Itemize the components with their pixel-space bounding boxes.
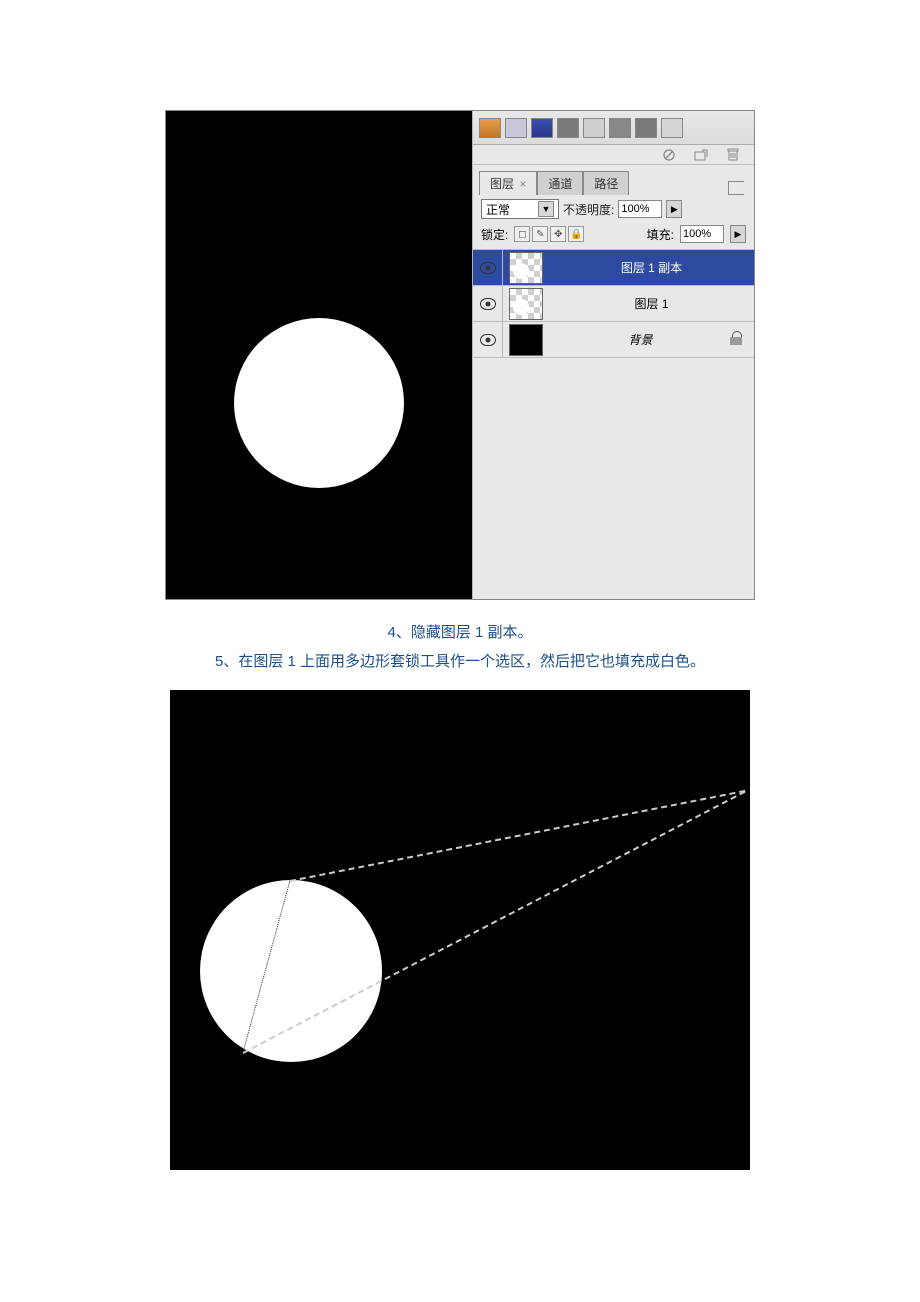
layer-name: 图层 1 — [549, 295, 754, 312]
layers-panel: 图层 × 通道 路径 正常 ▼ — [472, 111, 754, 599]
layer-row[interactable]: 背景 — [473, 322, 754, 358]
close-icon[interactable]: × — [519, 177, 526, 191]
fill-input[interactable]: 100% — [680, 225, 724, 243]
layer-thumbnail[interactable] — [509, 324, 543, 356]
lock-icon — [732, 333, 744, 347]
fill-flyout-icon[interactable]: ▶ — [730, 225, 746, 243]
fill-label: 填充: — [647, 226, 674, 243]
new-swatch-icon[interactable] — [694, 148, 708, 162]
figure-layers-panel: 图层 × 通道 路径 正常 ▼ — [165, 110, 755, 600]
swatch[interactable] — [557, 118, 579, 138]
white-circle — [200, 880, 382, 1062]
step-5-text: 5、在图层 1 上面用多边形套锁工具作一个选区，然后把它也填充成白色。 — [0, 648, 920, 677]
lock-pixels-icon[interactable]: ✎ — [532, 226, 548, 242]
no-icon[interactable] — [662, 148, 676, 162]
layer-row[interactable]: 图层 1 副本 — [473, 250, 754, 286]
swatch[interactable] — [531, 118, 553, 138]
swatch[interactable] — [583, 118, 605, 138]
white-circle — [234, 318, 404, 488]
visibility-eye-icon[interactable] — [480, 298, 496, 310]
lock-position-icon[interactable]: ✥ — [550, 226, 566, 242]
tab-label: 通道 — [548, 177, 572, 191]
chevron-down-icon: ▼ — [538, 201, 554, 217]
visibility-eye-icon[interactable] — [480, 262, 496, 274]
swatch[interactable] — [505, 118, 527, 138]
lock-label: 锁定: — [481, 226, 508, 243]
opacity-value: 100% — [621, 203, 649, 215]
figure-polygon-selection — [170, 690, 750, 1170]
lock-transparency-icon[interactable]: ◻ — [514, 226, 530, 242]
blend-mode-select[interactable]: 正常 ▼ — [481, 199, 559, 219]
fill-value: 100% — [683, 228, 711, 240]
opacity-input[interactable]: 100% — [618, 200, 662, 218]
swatch[interactable] — [635, 118, 657, 138]
swatch[interactable] — [609, 118, 631, 138]
opacity-flyout-icon[interactable]: ▶ — [666, 200, 682, 218]
swatches-bar — [473, 111, 754, 145]
selection-edge — [290, 790, 746, 882]
tab-paths[interactable]: 路径 — [583, 171, 629, 195]
canvas-preview — [166, 111, 474, 599]
step-4-text: 4、隐藏图层 1 副本。 — [0, 619, 920, 648]
lock-all-icon[interactable]: 🔒 — [568, 226, 584, 242]
visibility-eye-icon[interactable] — [480, 334, 496, 346]
opacity-label: 不透明度: — [563, 201, 614, 218]
trash-icon[interactable] — [726, 148, 740, 162]
layer-row[interactable]: 图层 1 — [473, 286, 754, 322]
swatch[interactable] — [479, 118, 501, 138]
layers-list: 图层 1 副本 图层 1 背景 — [473, 250, 754, 358]
tab-label: 图层 — [490, 177, 514, 191]
layer-name: 背景 — [549, 331, 732, 348]
tab-layers[interactable]: 图层 × — [479, 171, 537, 195]
tab-label: 路径 — [594, 177, 618, 191]
layer-name: 图层 1 副本 — [549, 259, 754, 276]
swatch[interactable] — [661, 118, 683, 138]
blend-mode-value: 正常 — [486, 201, 510, 218]
tab-channels[interactable]: 通道 — [537, 171, 583, 195]
layer-thumbnail[interactable] — [509, 288, 543, 320]
layer-thumbnail[interactable] — [509, 252, 543, 284]
panel-menu-icon[interactable] — [728, 181, 744, 195]
